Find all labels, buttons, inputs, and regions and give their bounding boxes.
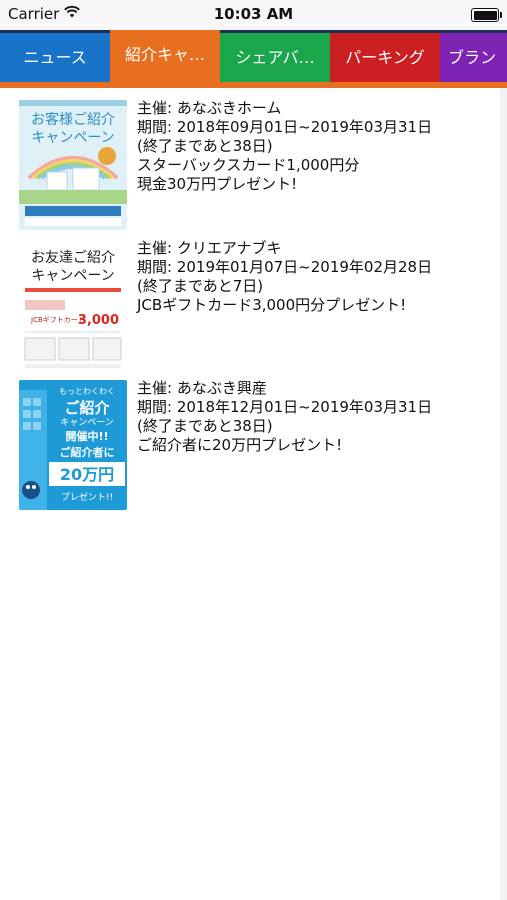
svg-text:JCBギフトカード: JCBギフトカード (30, 316, 85, 324)
friend-referral-flyer-thumbnail: お友達ご紹介 キャンペーン JCBギフトカード 3,000 (19, 240, 127, 370)
campaign-host: 主催: クリエアナブキ (137, 239, 282, 257)
svg-text:もっとわくわく: もっとわくわく (59, 387, 115, 396)
campaign-benefit: JCBギフトカード3,000円分プレゼント! (137, 296, 407, 314)
scroll-gutter (500, 88, 507, 900)
campaign-text: 主催: あなぶき興産 期間: 2018年12月01日~2019年03月31日 (… (137, 379, 497, 455)
campaign-text: 主催: クリエアナブキ 期間: 2019年01月07日~2019年02月28日 … (137, 239, 497, 315)
campaign-benefit: スターバックスカード1,000円分 (137, 156, 360, 174)
campaign-period: 期間: 2018年09月01日~2019年03月31日 (137, 118, 433, 136)
campaign-text: 主催: あなぶきホーム 期間: 2018年09月01日~2019年03月31日 … (137, 99, 497, 194)
svg-text:キャンペーン: キャンペーン (60, 418, 114, 428)
campaign-host: 主催: あなぶきホーム (137, 99, 282, 117)
campaign-period: 期間: 2018年12月01日~2019年03月31日 (137, 398, 433, 416)
battery-icon (471, 8, 502, 22)
campaign-remaining: (終了まであと38日) (137, 137, 273, 155)
category-tab-bar: ニュース 紹介キャ… シェアバ… パーキング ブラン (0, 30, 507, 82)
svg-text:ご紹介者に: ご紹介者に (60, 445, 115, 459)
tab-parking[interactable]: パーキング (330, 33, 440, 82)
status-bar: Carrier 10:03 AM (0, 0, 507, 30)
tab-news[interactable]: ニュース (0, 33, 110, 82)
tab-brand[interactable]: ブラン (440, 33, 507, 82)
svg-text:お客様ご紹介: お客様ご紹介 (31, 111, 115, 128)
svg-text:プレゼント!!: プレゼント!! (61, 491, 113, 503)
svg-text:3,000: 3,000 (78, 313, 119, 328)
tab-referral-campaign[interactable]: 紹介キャ… (110, 30, 220, 82)
campaign-item[interactable]: お客様ご紹介 キャンペーン 主催: あなぶきホーム 期間: 2018年09月01… (8, 88, 500, 230)
svg-text:20万円: 20万円 (60, 465, 114, 484)
battery-level (473, 10, 497, 20)
referral-20man-flyer-thumbnail: もっとわくわく ご紹介 キャンペーン 開催中!! ご紹介者に 20万円 プレゼン… (19, 380, 127, 510)
campaign-item[interactable]: もっとわくわく ご紹介 キャンペーン 開催中!! ご紹介者に 20万円 プレゼン… (8, 368, 500, 510)
campaign-period: 期間: 2019年01月07日~2019年02月28日 (137, 258, 433, 276)
svg-text:ご紹介: ご紹介 (64, 399, 110, 417)
campaign-remaining: (終了まであと38日) (137, 417, 273, 435)
campaign-benefit: 現金30万円プレゼント! (137, 175, 298, 193)
svg-text:開催中!!: 開催中!! (65, 429, 108, 443)
campaign-host: 主催: あなぶき興産 (137, 379, 267, 397)
svg-text:お友達ご紹介: お友達ご紹介 (31, 250, 115, 266)
customer-referral-flyer-thumbnail: お客様ご紹介 キャンペーン (19, 100, 127, 230)
campaign-benefit: ご紹介者に20万円プレゼント! (137, 436, 343, 454)
campaign-list[interactable]: お客様ご紹介 キャンペーン 主催: あなぶきホーム 期間: 2018年09月01… (8, 88, 500, 900)
campaign-remaining: (終了まであと7日) (137, 277, 264, 295)
status-time: 10:03 AM (213, 5, 294, 23)
campaign-item[interactable]: お友達ご紹介 キャンペーン JCBギフトカード 3,000 主催: クリエアナブ… (8, 228, 500, 370)
svg-text:キャンペーン: キャンペーン (31, 268, 114, 284)
svg-text:キャンペーン: キャンペーン (31, 130, 114, 146)
tab-share-bike[interactable]: シェアバ… (220, 33, 330, 82)
